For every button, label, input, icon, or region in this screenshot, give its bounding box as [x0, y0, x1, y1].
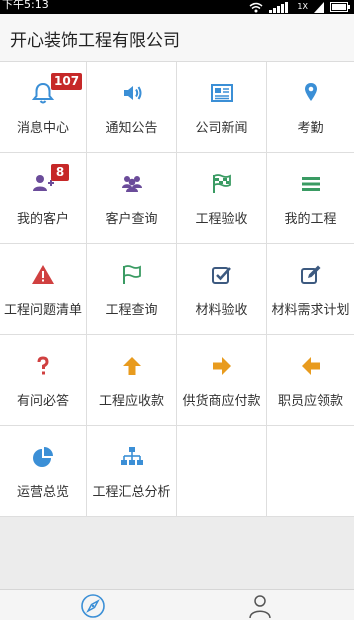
- grid-item-label: 我的工程: [284, 212, 337, 227]
- grid-item-empty: [177, 426, 267, 517]
- grid-item-label: 公司新闻: [195, 121, 248, 136]
- newspaper-icon: [209, 80, 235, 106]
- grid-item-client-search[interactable]: 客户查询: [87, 153, 177, 244]
- question-icon: [30, 353, 56, 379]
- arrow-up-icon: [119, 353, 145, 379]
- speaker-icon: [119, 80, 145, 106]
- grid-item-project-issues[interactable]: 工程问题清单: [0, 244, 87, 335]
- app-header: 开心装饰工程有限公司: [0, 14, 354, 62]
- battery-icon: [330, 2, 350, 12]
- pie-chart-icon: [30, 444, 56, 470]
- grid-item-attendance[interactable]: 考勤: [267, 62, 354, 153]
- network-type-label: 1X: [297, 2, 308, 11]
- grid-item-messages[interactable]: 107 消息中心: [0, 62, 87, 153]
- edit-icon: [298, 262, 324, 288]
- status-bar: 下午5:13 1X: [0, 0, 354, 14]
- status-icons: 1X: [249, 1, 350, 13]
- grid-item-label: 通知公告: [105, 121, 158, 136]
- grid-item-material-acceptance[interactable]: 材料验收: [177, 244, 267, 335]
- grid-item-project-acceptance[interactable]: 工程验收: [177, 153, 267, 244]
- signal-icon: [269, 1, 289, 13]
- grid-item-operations-overview[interactable]: 运营总览: [0, 426, 87, 517]
- grid-item-label: 考勤: [297, 121, 324, 136]
- signal-icon-2: [314, 1, 324, 13]
- grid-item-my-projects[interactable]: 我的工程: [267, 153, 354, 244]
- location-pin-icon: [298, 80, 324, 106]
- notification-badge: 8: [51, 164, 69, 181]
- grid-item-project-analysis[interactable]: 工程汇总分析: [87, 426, 177, 517]
- grid-item-receivables[interactable]: 工程应收款: [87, 335, 177, 426]
- grid-item-label: 工程问题清单: [3, 303, 82, 318]
- grid-item-label: 供货商应付款: [182, 394, 261, 409]
- grid-item-label: 工程应收款: [98, 394, 164, 409]
- warning-icon: [30, 262, 56, 288]
- grid-item-label: 工程验收: [195, 212, 248, 227]
- grid-item-label: 职员应领款: [277, 394, 343, 409]
- grid-item-announcements[interactable]: 通知公告: [87, 62, 177, 153]
- grid-item-company-news[interactable]: 公司新闻: [177, 62, 267, 153]
- checkered-flag-icon: [209, 171, 235, 197]
- grid-item-label: 消息中心: [16, 121, 69, 136]
- grid-item-label: 有问必答: [16, 394, 69, 409]
- list-icon: [298, 171, 324, 197]
- grid-item-supplier-payables[interactable]: 供货商应付款: [177, 335, 267, 426]
- grid-item-label: 材料验收: [195, 303, 248, 318]
- tab-profile[interactable]: [246, 592, 274, 620]
- compass-icon: [81, 594, 105, 618]
- grid-item-my-clients[interactable]: 8 我的客户: [0, 153, 87, 244]
- flag-icon: [119, 262, 145, 288]
- grid-item-material-plan[interactable]: 材料需求计划: [267, 244, 354, 335]
- checkbox-icon: [209, 262, 235, 288]
- notification-badge: 107: [51, 73, 83, 90]
- grid-item-qa[interactable]: 有问必答: [0, 335, 87, 426]
- grid-item-project-search[interactable]: 工程查询: [87, 244, 177, 335]
- grid-item-label: 运营总览: [16, 485, 69, 500]
- grid-item-empty: [267, 426, 354, 517]
- wifi-icon: [249, 2, 263, 12]
- grid-item-label: 工程查询: [105, 303, 158, 318]
- arrow-left-icon: [298, 353, 324, 379]
- user-icon: [249, 595, 271, 619]
- grid-item-label: 工程汇总分析: [92, 485, 171, 500]
- status-time: 下午5:13: [2, 0, 49, 11]
- users-group-icon: [119, 171, 145, 197]
- grid-item-label: 客户查询: [105, 212, 158, 227]
- grid-item-staff-payments[interactable]: 职员应领款: [267, 335, 354, 426]
- tab-home[interactable]: [79, 592, 107, 620]
- grid-item-label: 我的客户: [16, 212, 69, 227]
- bottom-tab-bar: [0, 589, 354, 620]
- feature-grid: 107 消息中心 通知公告 公司新闻 考勤 8 我的客户 客户查询 工程验收 我…: [0, 62, 354, 517]
- grid-item-label: 材料需求计划: [271, 303, 350, 318]
- page-title: 开心装饰工程有限公司: [10, 31, 180, 51]
- arrow-right-icon: [209, 353, 235, 379]
- org-chart-icon: [119, 444, 145, 470]
